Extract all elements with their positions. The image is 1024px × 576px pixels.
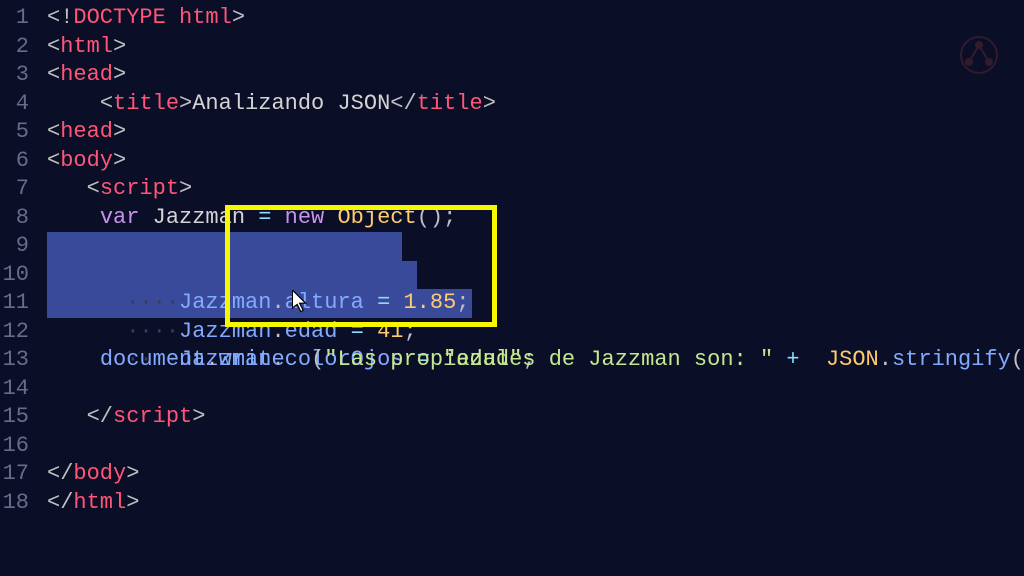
code-line[interactable]: <!DOCTYPE html> (47, 4, 1024, 33)
line-number: 18 (0, 489, 29, 518)
line-number: 5 (0, 118, 29, 147)
code-line[interactable]: </html> (47, 489, 1024, 518)
code-line[interactable]: </script> (47, 403, 1024, 432)
code-line[interactable]: <head> (47, 118, 1024, 147)
code-line[interactable]: </body> (47, 460, 1024, 489)
code-line[interactable]: document.write ("Las propiedades de Jazz… (47, 346, 1024, 375)
line-number: 10 (0, 261, 29, 290)
line-number: 6 (0, 147, 29, 176)
line-number: 2 (0, 33, 29, 62)
code-line[interactable]: <head> (47, 61, 1024, 90)
line-number: 7 (0, 175, 29, 204)
code-area[interactable]: <!DOCTYPE html> <html> <head> <title>Ana… (47, 0, 1024, 576)
code-line[interactable]: <body> (47, 147, 1024, 176)
code-line[interactable] (47, 432, 1024, 461)
watermark-icon (954, 30, 1004, 80)
code-line[interactable]: <script> (47, 175, 1024, 204)
line-number: 15 (0, 403, 29, 432)
line-number: 14 (0, 375, 29, 404)
code-line[interactable]: ····Jazzman.edad = 41; (47, 261, 1024, 290)
line-number: 8 (0, 204, 29, 233)
line-number: 11 (0, 289, 29, 318)
line-number: 16 (0, 432, 29, 461)
code-line[interactable] (47, 375, 1024, 404)
code-line[interactable]: <title>Analizando JSON</title> (47, 90, 1024, 119)
code-line[interactable]: <html> (47, 33, 1024, 62)
code-line[interactable]: ····Jazzman.altura = 1.85; (47, 232, 1024, 261)
selection-highlight (47, 261, 417, 290)
line-number: 17 (0, 460, 29, 489)
line-gutter: 1 2 3 4 5 6 7 8 9 10 11 12 13 14 15 16 1… (0, 0, 47, 576)
line-number: 9 (0, 232, 29, 261)
selection-highlight (47, 232, 402, 261)
line-number: 4 (0, 90, 29, 119)
code-editor[interactable]: 1 2 3 4 5 6 7 8 9 10 11 12 13 14 15 16 1… (0, 0, 1024, 576)
line-number: 3 (0, 61, 29, 90)
line-number: 1 (0, 4, 29, 33)
code-line[interactable]: var Jazzman = new Object(); (47, 204, 1024, 233)
line-number: 13 (0, 346, 29, 375)
line-number: 12 (0, 318, 29, 347)
